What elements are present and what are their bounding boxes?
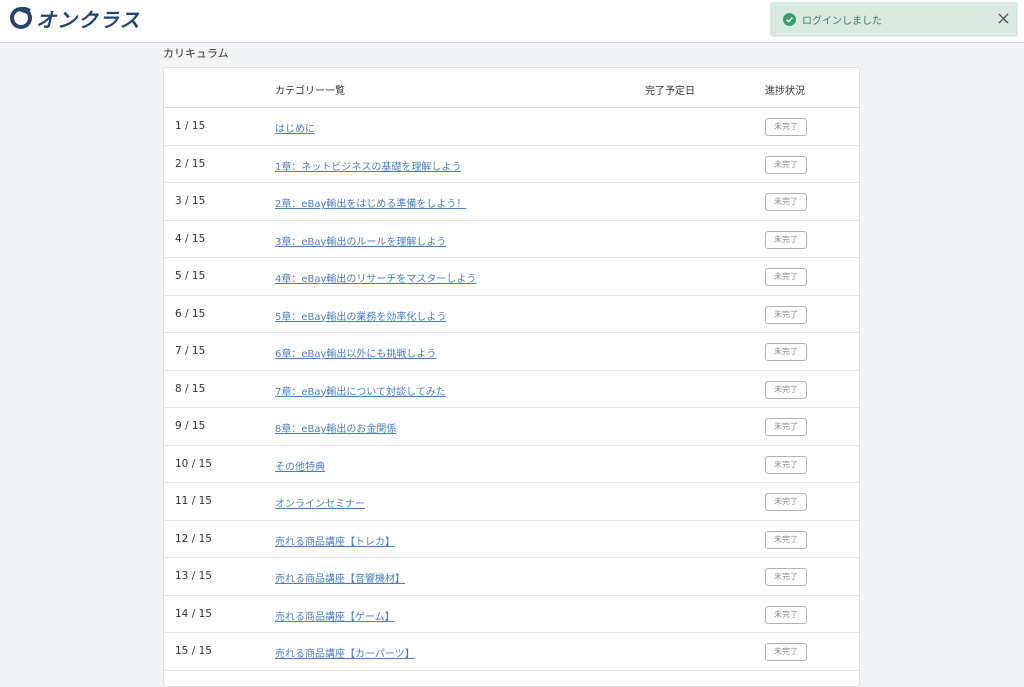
table-row: 2 / 15 1章：ネットビジネスの基礎を理解しよう 未完了 (164, 146, 859, 183)
table-header: カテゴリー一覧 完了予定日 進捗状況 (164, 68, 859, 108)
row-number: 5 / 15 (175, 270, 206, 282)
status-badge: 未完了 (765, 230, 807, 249)
row-number: 7 / 15 (175, 345, 206, 357)
row-number: 6 / 15 (175, 307, 206, 320)
table-row: 6 / 15 5章：eBay輸出の業務を効率化しよう 未完了 (164, 296, 859, 333)
table-row: 13 / 15 売れる商品講座【音響機材】 未完了 (164, 558, 859, 596)
row-number: 3 / 15 (175, 195, 206, 207)
category-link[interactable]: 売れる商品講座【トレカ】 (275, 533, 395, 548)
row-number: 2 / 15 (175, 157, 206, 170)
category-link[interactable]: 8章：eBay輸出のお金関係 (275, 420, 396, 435)
table-row: 8 / 15 7章：eBay輸出について対談してみた 未完了 (164, 371, 859, 408)
toast-message: ログインしました (802, 16, 882, 27)
row-number: 8 / 15 (175, 382, 206, 395)
logo-mark-icon (10, 7, 32, 29)
status-badge: 未完了 (765, 605, 807, 624)
category-link[interactable]: 2章：eBay輸出をはじめる準備をしよう！ (275, 195, 466, 210)
status-badge: 未完了 (765, 305, 807, 324)
table-row: 1 / 15 はじめに 未完了 (164, 108, 859, 146)
category-link[interactable]: 4章：eBay輸出のリサーチをマスターしよう (275, 270, 476, 285)
table-row: 5 / 15 4章：eBay輸出のリサーチをマスターしよう 未完了 (164, 258, 859, 296)
table-row: 12 / 15 売れる商品講座【トレカ】 未完了 (164, 521, 859, 558)
top-bar: オンクラス ログインしました (0, 0, 1024, 43)
status-badge: 未完了 (765, 380, 807, 399)
status-badge: 未完了 (765, 455, 807, 474)
page-title: カリキュラム (163, 47, 229, 60)
row-number: 14 / 15 (175, 607, 212, 620)
header-category: カテゴリー一覧 (275, 86, 345, 97)
status-badge: 未完了 (765, 568, 807, 586)
status-badge: 未完了 (765, 155, 807, 174)
table-row: 11 / 15 オンラインセミナー 未完了 (164, 483, 859, 521)
category-link[interactable]: オンラインセミナー (275, 495, 365, 510)
login-toast: ログインしました (770, 2, 1018, 37)
category-link[interactable]: 1章：ネットビジネスの基礎を理解しよう (275, 158, 461, 173)
row-number: 4 / 15 (175, 232, 206, 245)
category-link[interactable]: 売れる商品講座【ゲーム】 (275, 608, 395, 623)
close-icon[interactable] (997, 12, 1010, 25)
status-badge: 未完了 (765, 530, 807, 549)
category-link[interactable]: はじめに (275, 120, 315, 135)
status-badge: 未完了 (765, 118, 807, 136)
category-link[interactable]: 売れる商品講座【音響機材】 (275, 570, 405, 585)
row-number: 10 / 15 (175, 457, 212, 470)
row-number: 1 / 15 (175, 120, 206, 132)
table-row: 14 / 15 売れる商品講座【ゲーム】 未完了 (164, 596, 859, 633)
curriculum-table: カテゴリー一覧 完了予定日 進捗状況 1 / 15 はじめに 未完了 2 / 15 1章… (163, 67, 860, 687)
category-link[interactable]: 6章：eBay輸出以外にも挑戦しよう (275, 345, 436, 360)
table-body: 1 / 15 はじめに 未完了 2 / 15 1章：ネットビジネスの基礎を理解しよう 未完… (164, 108, 859, 671)
status-badge: 未完了 (765, 493, 807, 511)
table-row: 4 / 15 3章：eBay輸出のルールを理解しよう 未完了 (164, 221, 859, 258)
row-number: 9 / 15 (175, 420, 206, 432)
category-link[interactable]: 7章：eBay輸出について対談してみた (275, 383, 446, 398)
header-due-date: 完了予定日 (645, 86, 695, 97)
row-number: 13 / 15 (175, 570, 212, 582)
table-row: 9 / 15 8章：eBay輸出のお金関係 未完了 (164, 408, 859, 446)
check-circle-icon (783, 13, 796, 26)
table-row: 3 / 15 2章：eBay輸出をはじめる準備をしよう！ 未完了 (164, 183, 859, 221)
logo-text: オンクラス (36, 7, 141, 32)
table-row: 7 / 15 6章：eBay輸出以外にも挑戦しよう 未完了 (164, 333, 859, 371)
category-link[interactable]: その他特典 (275, 458, 325, 473)
row-number: 12 / 15 (175, 532, 212, 545)
logo[interactable]: オンクラス (10, 5, 141, 32)
status-badge: 未完了 (765, 193, 807, 211)
status-badge: 未完了 (765, 343, 807, 361)
table-row: 15 / 15 売れる商品講座【カーパーツ】 未完了 (164, 633, 859, 671)
status-badge: 未完了 (765, 418, 807, 436)
category-link[interactable]: 5章：eBay輸出の業務を効率化しよう (275, 308, 446, 323)
status-badge: 未完了 (765, 643, 807, 661)
category-link[interactable]: 売れる商品講座【カーパーツ】 (275, 645, 415, 660)
category-link[interactable]: 3章：eBay輸出のルールを理解しよう (275, 233, 446, 248)
table-row: 10 / 15 その他特典 未完了 (164, 446, 859, 483)
row-number: 15 / 15 (175, 645, 212, 657)
row-number: 11 / 15 (175, 495, 212, 507)
status-badge: 未完了 (765, 268, 807, 286)
header-progress: 進捗状況 (765, 86, 805, 97)
